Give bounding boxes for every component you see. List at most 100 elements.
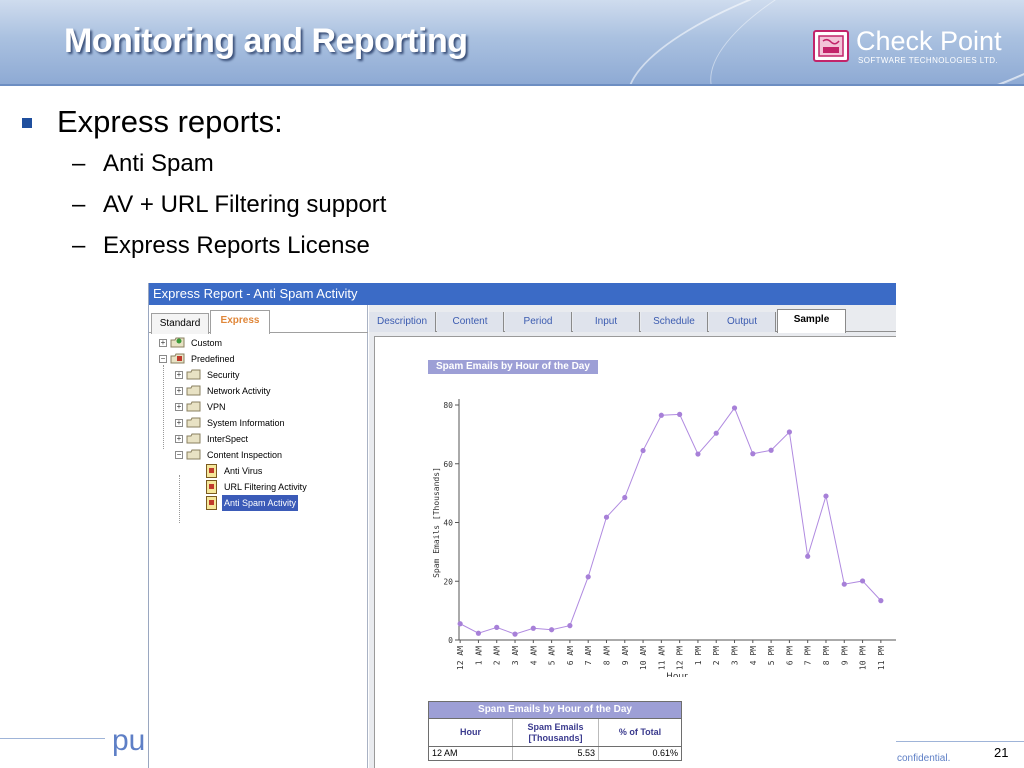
tab-express[interactable]: Express bbox=[210, 310, 270, 334]
tree-label: Predefined bbox=[191, 354, 235, 364]
folder-user-icon bbox=[170, 337, 185, 348]
data-point bbox=[585, 574, 591, 580]
tab-standard[interactable]: Standard bbox=[151, 313, 209, 334]
tree-label-selected: Anti Spam Activity bbox=[222, 495, 299, 511]
report-icon bbox=[206, 480, 217, 494]
dash-icon: – bbox=[72, 191, 86, 218]
expand-plus-icon[interactable]: + bbox=[175, 371, 183, 379]
tab-output[interactable]: Output bbox=[709, 312, 776, 332]
logo-mark-icon bbox=[818, 35, 844, 57]
folder-open-icon bbox=[186, 385, 201, 396]
x-tick-label: 5 AM bbox=[548, 646, 557, 665]
table-cell: 0.61% bbox=[652, 748, 678, 758]
tree-label: Anti Virus bbox=[224, 466, 263, 476]
left-tab-strip: Standard Express bbox=[149, 309, 368, 334]
expand-plus-icon[interactable]: + bbox=[175, 403, 183, 411]
x-tick-label: 6 PM bbox=[785, 646, 794, 665]
y-axis-label: Spam Emails [Thousands] bbox=[432, 467, 441, 578]
check-point-logo-icon bbox=[813, 30, 849, 62]
chart-title: Spam Emails by Hour of the Day bbox=[428, 360, 598, 374]
footer-brand: pu bbox=[112, 724, 146, 757]
slide-header: Monitoring and Reporting Check Point SOF… bbox=[0, 0, 1024, 84]
report-icon bbox=[206, 496, 217, 510]
table-header-cell: Spam Emails [Thousands] bbox=[513, 719, 599, 746]
table-cell: 5.53 bbox=[513, 747, 599, 760]
x-tick-label: 3 AM bbox=[511, 646, 520, 665]
x-tick-label: 3 PM bbox=[731, 646, 740, 665]
x-tick-label: 4 AM bbox=[529, 646, 538, 665]
table-row: 12 AM 5.53 0.61% bbox=[429, 746, 681, 760]
table-title: Spam Emails by Hour of the Day bbox=[429, 702, 681, 718]
expand-plus-icon[interactable]: + bbox=[159, 339, 167, 347]
x-tick-label: 8 PM bbox=[822, 646, 831, 665]
report-icon bbox=[206, 464, 217, 478]
x-tick-label: 12 PM bbox=[676, 646, 685, 670]
expand-plus-icon[interactable]: + bbox=[175, 419, 183, 427]
data-point bbox=[475, 630, 482, 636]
sub-bullet-text: Anti Spam bbox=[103, 150, 214, 177]
data-point bbox=[530, 625, 536, 631]
data-point bbox=[859, 578, 866, 584]
x-axis-label: Hour bbox=[666, 672, 688, 677]
data-point bbox=[841, 581, 847, 587]
expand-plus-icon[interactable]: + bbox=[175, 435, 183, 443]
tab-schedule[interactable]: Schedule bbox=[641, 312, 708, 332]
x-tick-label: 9 AM bbox=[621, 646, 630, 665]
data-point bbox=[695, 451, 701, 457]
collapse-minus-icon[interactable]: − bbox=[159, 355, 167, 363]
tree-line bbox=[163, 365, 164, 449]
data-point bbox=[677, 411, 683, 417]
y-tick-label: 80 bbox=[443, 401, 453, 410]
tree-label: InterSpect bbox=[207, 434, 249, 444]
tree-label: Security bbox=[207, 370, 240, 380]
table-header-cell: % of Total bbox=[618, 727, 662, 737]
x-tick-label: 12 AM bbox=[456, 646, 465, 670]
tab-sample[interactable]: Sample bbox=[777, 309, 846, 333]
slide-title: Monitoring and Reporting bbox=[64, 22, 468, 60]
tree-label: URL Filtering Activity bbox=[224, 482, 307, 492]
spam-table: Spam Emails by Hour of the Day Hour Spam… bbox=[428, 701, 682, 761]
window-title: Express Report - Anti Spam Activity bbox=[149, 283, 896, 305]
dash-icon: – bbox=[72, 232, 86, 259]
tab-input[interactable]: Input bbox=[573, 312, 640, 332]
data-point bbox=[750, 451, 756, 457]
spam-line-chart: 0 20 40 60 80 Spam Emails [Thousands] 12 AM 1 A… bbox=[432, 399, 896, 677]
folder-open-icon bbox=[186, 449, 201, 460]
sub-bullet-text: Express Reports License bbox=[103, 232, 370, 259]
data-point bbox=[494, 624, 500, 630]
dash-icon: – bbox=[72, 150, 86, 177]
folder-lock-icon bbox=[170, 353, 185, 364]
bullet-text: Express reports: bbox=[57, 104, 283, 139]
data-point bbox=[457, 621, 463, 627]
right-tab-strip: Description Content Period Input Schedul… bbox=[369, 308, 896, 333]
table-cell: 12 AM bbox=[429, 747, 513, 760]
sample-preview: Spam Emails by Hour of the Day 0 20 40 60 80… bbox=[374, 336, 896, 768]
data-point bbox=[878, 598, 884, 604]
tab-period[interactable]: Period bbox=[505, 312, 572, 332]
expand-plus-icon[interactable]: + bbox=[175, 387, 183, 395]
footer-line bbox=[896, 741, 1024, 742]
data-point bbox=[567, 623, 573, 629]
tab-content[interactable]: Content bbox=[437, 312, 504, 332]
y-tick-label: 20 bbox=[443, 577, 453, 586]
data-point bbox=[658, 412, 664, 418]
x-tick-label: 9 PM bbox=[840, 646, 849, 665]
x-tick-label: 7 PM bbox=[804, 646, 813, 665]
logo-subtitle: SOFTWARE TECHNOLOGIES LTD. bbox=[858, 56, 999, 65]
tab-description[interactable]: Description bbox=[369, 312, 436, 332]
folder-open-icon bbox=[186, 417, 201, 428]
tree-label: Content Inspection bbox=[207, 450, 283, 460]
logo-name: Check Point bbox=[856, 26, 1002, 56]
folder-open-icon bbox=[186, 401, 201, 412]
express-report-window: Express Report - Anti Spam Activity Stan… bbox=[148, 283, 896, 768]
x-tick-label: 4 PM bbox=[749, 646, 758, 665]
x-tick-label: 2 AM bbox=[493, 646, 502, 665]
page-number: 21 bbox=[994, 745, 1009, 760]
table-header: Hour Spam Emails [Thousands] % of Total bbox=[429, 718, 681, 746]
data-point bbox=[713, 430, 719, 436]
tree-label: Custom bbox=[191, 338, 223, 348]
collapse-minus-icon[interactable]: − bbox=[175, 451, 183, 459]
data-point bbox=[805, 553, 811, 559]
x-tick-label: 7 AM bbox=[584, 646, 593, 665]
report-details-pane: Description Content Period Input Schedul… bbox=[369, 305, 896, 768]
